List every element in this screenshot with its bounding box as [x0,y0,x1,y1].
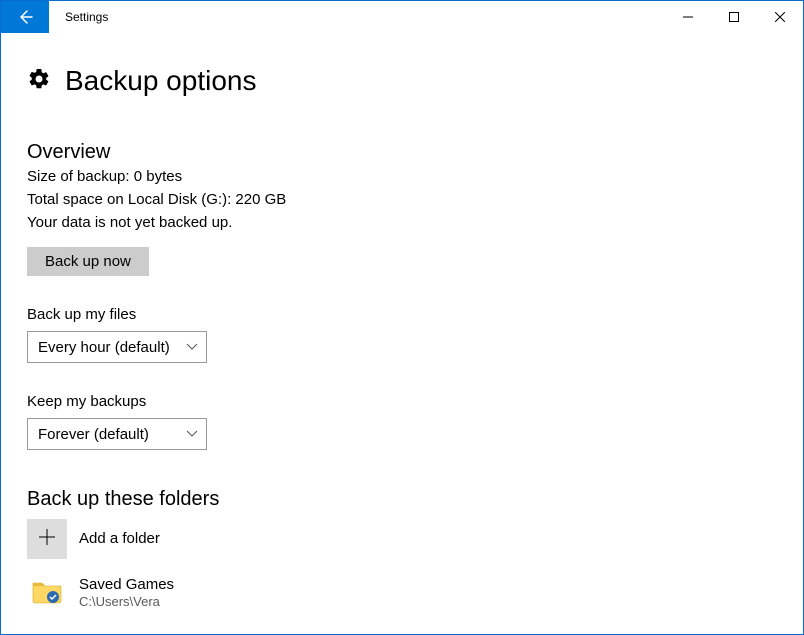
close-icon [775,12,785,22]
plus-icon [38,528,56,550]
chevron-down-icon [186,426,198,443]
folder-item-name: Saved Games [79,576,174,595]
add-folder-square[interactable] [27,519,67,559]
retention-label: Keep my backups [27,393,777,410]
content-area: Backup options Overview Size of backup: … [1,33,803,613]
folder-item-path: C:\Users\Vera [79,594,174,610]
add-folder-row[interactable]: Add a folder [27,519,777,559]
retention-dropdown[interactable]: Forever (default) [27,418,207,450]
backup-status-line: Your data is not yet backed up. [27,214,777,231]
titlebar: Settings [1,1,803,33]
total-space-line: Total space on Local Disk (G:): 220 GB [27,191,777,208]
folder-item-info: Saved Games C:\Users\Vera [79,576,174,611]
backup-now-button[interactable]: Back up now [27,247,149,276]
page-header: Backup options [27,65,777,97]
frequency-dropdown[interactable]: Every hour (default) [27,331,207,363]
gear-icon [27,67,51,95]
settings-window: Settings [0,0,804,635]
close-button[interactable] [757,1,803,33]
folder-item-row[interactable]: Saved Games C:\Users\Vera [27,573,777,613]
page-title: Backup options [65,65,256,97]
folder-icon [31,577,63,609]
back-button[interactable] [1,1,49,33]
folders-section: Back up these folders Add a folder [27,488,777,613]
add-folder-info: Add a folder [79,530,160,549]
back-arrow-icon [16,8,34,26]
window-title: Settings [49,1,665,33]
chevron-down-icon [186,339,198,356]
folder-icon-wrap [27,573,67,613]
window-controls [665,1,803,33]
minimize-icon [683,12,693,22]
frequency-label: Back up my files [27,306,777,323]
frequency-group: Back up my files Every hour (default) [27,306,777,363]
backup-size-line: Size of backup: 0 bytes [27,168,777,185]
maximize-icon [729,12,739,22]
add-folder-label: Add a folder [79,530,160,549]
retention-selected: Forever (default) [38,426,149,443]
retention-group: Keep my backups Forever (default) [27,393,777,450]
maximize-button[interactable] [711,1,757,33]
overview-heading: Overview [27,141,777,164]
folders-heading: Back up these folders [27,488,777,511]
frequency-selected: Every hour (default) [38,339,170,356]
minimize-button[interactable] [665,1,711,33]
